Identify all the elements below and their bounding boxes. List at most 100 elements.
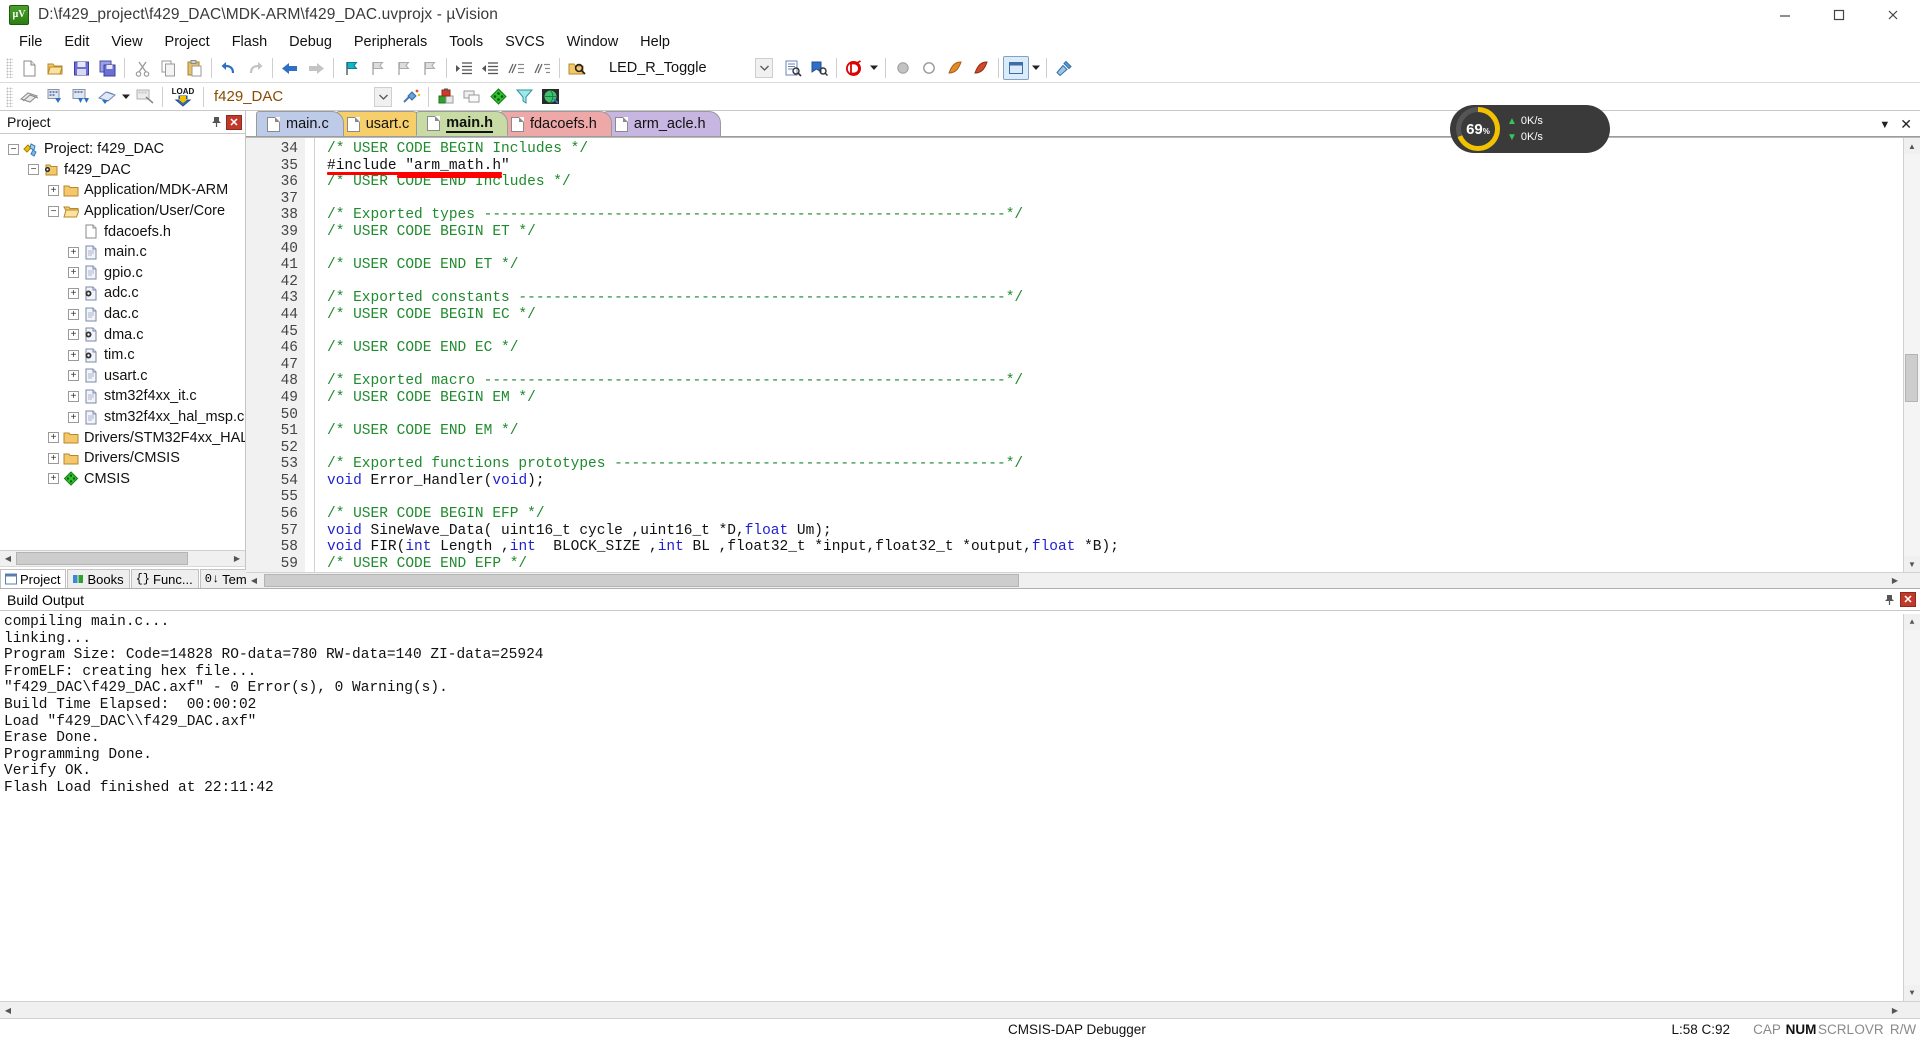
collapse-icon[interactable]: − — [8, 143, 19, 155]
build-target-button[interactable] — [42, 85, 68, 109]
tab-functions[interactable]: {} Func... — [130, 569, 199, 588]
tab-close-button[interactable]: ✕ — [1900, 116, 1912, 133]
navigate-back-button[interactable] — [277, 56, 303, 80]
comment-button[interactable] — [503, 56, 529, 80]
batch-build-dropdown[interactable] — [120, 85, 132, 109]
expand-icon[interactable]: + — [48, 432, 59, 444]
uncomment-button[interactable] — [529, 56, 555, 80]
kill-breakpoints-button[interactable] — [916, 56, 942, 80]
tab-project[interactable]: Project — [0, 569, 67, 588]
outdent-button[interactable] — [477, 56, 503, 80]
manage-windows-dropdown[interactable] — [1029, 56, 1042, 80]
pin-icon[interactable] — [209, 115, 224, 130]
editor-tab-main-c[interactable]: main.c — [256, 111, 344, 136]
menu-tools[interactable]: Tools — [438, 32, 494, 52]
menu-view[interactable]: View — [100, 32, 153, 52]
scroll-down-icon[interactable]: ▼ — [1904, 556, 1920, 572]
tree-item[interactable]: + gpio.c — [0, 263, 245, 284]
tree-item[interactable]: − Application/User/Core — [0, 201, 245, 222]
menu-svcs[interactable]: SVCS — [494, 32, 556, 52]
pack-installer-globe-button[interactable] — [537, 85, 563, 109]
redo-button[interactable] — [242, 56, 268, 80]
find-in-files-button[interactable] — [564, 56, 590, 80]
bookmark-toggle-button[interactable] — [338, 56, 364, 80]
new-file-button[interactable] — [16, 56, 42, 80]
code-vscrollbar[interactable]: ▲ ▼ — [1903, 138, 1920, 572]
expand-icon[interactable]: + — [68, 267, 79, 279]
undo-button[interactable] — [216, 56, 242, 80]
menu-peripherals[interactable]: Peripherals — [343, 32, 438, 52]
expand-icon[interactable]: + — [68, 308, 79, 320]
tree-item[interactable]: + CMSIS — [0, 469, 245, 490]
build-hscrollbar[interactable]: ◀ ▶ — [0, 1001, 1920, 1018]
scroll-left-icon[interactable]: ◀ — [246, 573, 262, 588]
build-vscroll-track[interactable] — [1904, 630, 1920, 985]
bookmark-clear-button[interactable] — [416, 56, 442, 80]
expand-icon[interactable]: + — [68, 390, 79, 402]
manage-multi-project-button[interactable] — [459, 85, 485, 109]
paste-button[interactable] — [181, 56, 207, 80]
disable-breakpoint-button[interactable] — [942, 56, 968, 80]
build-vscrollbar[interactable]: ▲ ▼ — [1903, 614, 1920, 1001]
rebuild-all-button[interactable] — [68, 85, 94, 109]
project-tree-hscrollbar[interactable]: ◀ ▶ — [0, 550, 245, 566]
tab-list-dropdown[interactable]: ▼ — [1879, 119, 1890, 131]
tree-item[interactable]: + dac.c — [0, 304, 245, 325]
expand-icon[interactable]: + — [48, 184, 59, 196]
menu-edit[interactable]: Edit — [53, 32, 100, 52]
target-selector[interactable]: f429_DAC — [208, 86, 398, 108]
minimize-button[interactable] — [1758, 0, 1812, 30]
debug-start-button[interactable] — [841, 56, 867, 80]
configuration-wizard-button[interactable] — [1051, 56, 1077, 80]
navigate-forward-button[interactable] — [303, 56, 329, 80]
menu-project[interactable]: Project — [154, 32, 221, 52]
menu-debug[interactable]: Debug — [278, 32, 343, 52]
menu-window[interactable]: Window — [556, 32, 630, 52]
pack-installer-button[interactable] — [485, 85, 511, 109]
expand-icon[interactable]: + — [68, 370, 79, 382]
expand-icon[interactable]: + — [48, 452, 59, 464]
batch-build-button[interactable] — [94, 85, 120, 109]
scroll-up-icon[interactable]: ▲ — [1904, 614, 1920, 630]
vscroll-track[interactable] — [1904, 154, 1920, 556]
tree-item[interactable]: + dma.c — [0, 324, 245, 345]
toolbar-grip[interactable] — [6, 86, 13, 107]
tree-item[interactable]: + Drivers/CMSIS — [0, 448, 245, 469]
scroll-thumb[interactable] — [16, 552, 188, 565]
tree-item[interactable]: + tim.c — [0, 345, 245, 366]
tree-item[interactable]: fdacoefs.h — [0, 221, 245, 242]
disable-all-breakpoints-button[interactable] — [968, 56, 994, 80]
close-icon[interactable]: ✕ — [1900, 592, 1916, 607]
expand-icon[interactable]: + — [68, 287, 79, 299]
save-all-button[interactable] — [94, 56, 120, 80]
collapse-icon[interactable]: − — [28, 164, 39, 176]
search-combo-arrow[interactable] — [755, 58, 773, 78]
svcs-filter-button[interactable] — [511, 85, 537, 109]
save-button[interactable] — [68, 56, 94, 80]
toolbar-grip[interactable] — [6, 58, 13, 78]
tree-item[interactable]: − f429_DAC — [0, 160, 245, 181]
scroll-right-icon[interactable]: ▶ — [1887, 1002, 1903, 1018]
hscroll-thumb[interactable] — [264, 574, 1019, 587]
scroll-right-icon[interactable]: ▶ — [1887, 573, 1903, 588]
expand-icon[interactable]: + — [68, 246, 79, 258]
expand-icon[interactable]: + — [68, 329, 79, 341]
indent-button[interactable] — [451, 56, 477, 80]
code-hscrollbar[interactable]: ◀ ▶ — [246, 572, 1920, 588]
find-in-files-2-button[interactable] — [780, 56, 806, 80]
target-combo-arrow[interactable] — [374, 86, 392, 107]
scroll-left-icon[interactable]: ◀ — [0, 551, 16, 566]
bookmark-prev-button[interactable] — [364, 56, 390, 80]
tree-item[interactable]: − Project: f429_DAC — [0, 139, 245, 160]
tree-item[interactable]: + main.c — [0, 242, 245, 263]
maximize-button[interactable] — [1812, 0, 1866, 30]
scroll-left-icon[interactable]: ◀ — [0, 1002, 16, 1018]
editor-tab-usart-c[interactable]: usart.c — [335, 111, 425, 136]
manage-project-items-button[interactable] — [398, 85, 424, 109]
tree-item[interactable]: + Application/MDK-ARM — [0, 180, 245, 201]
scroll-right-icon[interactable]: ▶ — [229, 551, 245, 566]
collapse-icon[interactable]: − — [48, 205, 59, 217]
menu-file[interactable]: File — [8, 32, 53, 52]
scroll-up-icon[interactable]: ▲ — [1904, 138, 1920, 154]
load-flash-button[interactable]: LOAD — [167, 85, 199, 109]
